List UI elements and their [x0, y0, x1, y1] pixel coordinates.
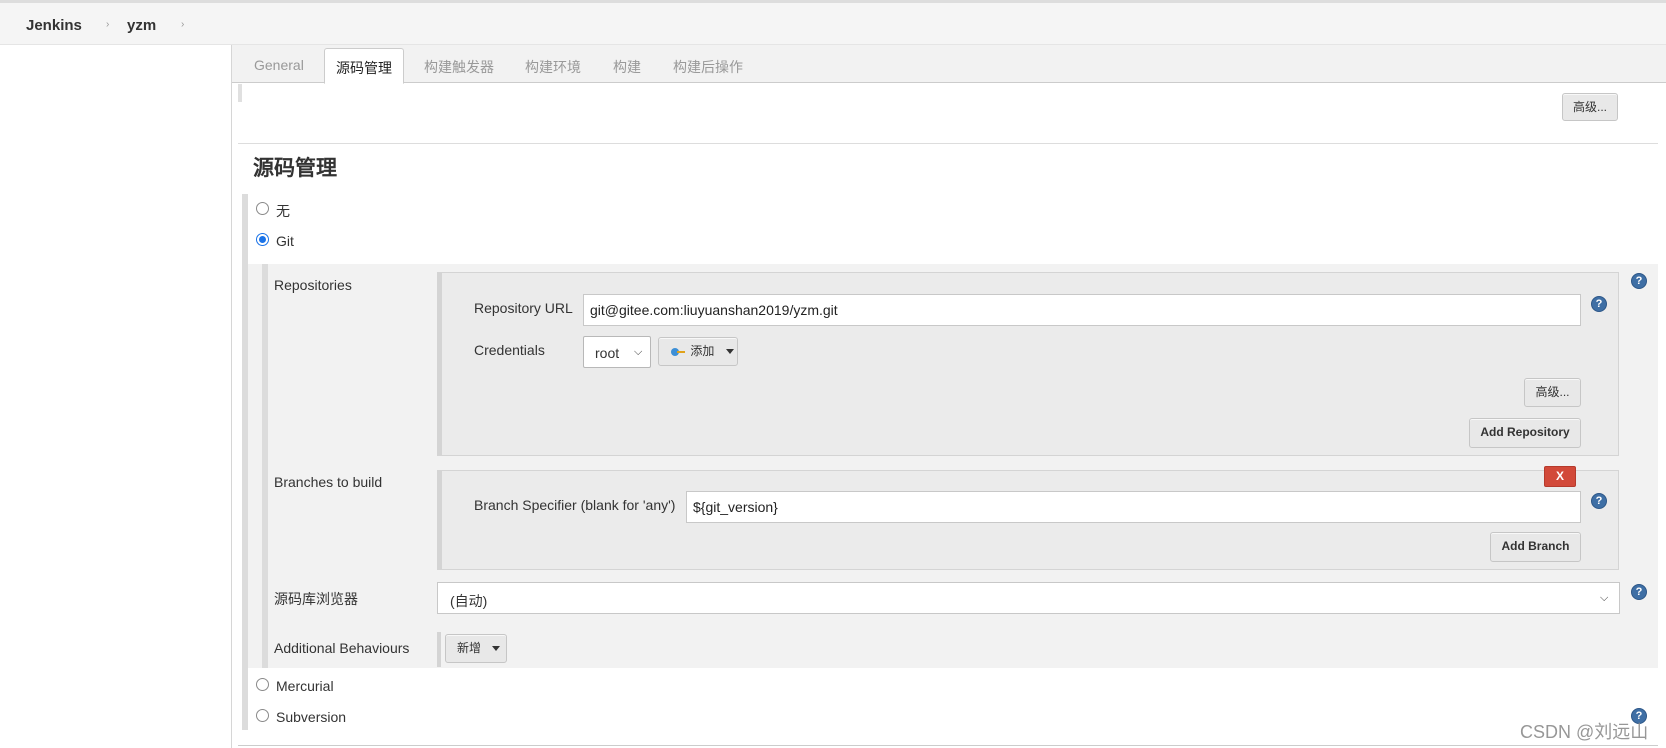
section-divider: [238, 143, 1658, 144]
breadcrumb-job-link[interactable]: yzm: [127, 17, 156, 34]
key-icon: [671, 347, 685, 356]
add-credentials-button[interactable]: 添加: [658, 337, 738, 366]
section-bottom-border: [238, 745, 1658, 746]
repository-advanced-button[interactable]: 高级...: [1524, 378, 1581, 407]
chevron-down-icon: ⌵: [1600, 592, 1609, 604]
previous-section-edge: [238, 84, 242, 102]
caret-down-icon: [725, 349, 734, 355]
repositories-help-icon[interactable]: ?: [1631, 273, 1647, 289]
git-config-rail: [262, 264, 268, 668]
breadcrumb-jenkins-link[interactable]: Jenkins: [26, 17, 82, 34]
branches-to-build-label: Branches to build: [274, 474, 383, 490]
behaviours-rail: [437, 632, 441, 667]
scm-mercurial-label: Mercurial: [276, 678, 334, 694]
repository-url-label: Repository URL: [474, 300, 573, 316]
scm-subversion-radio[interactable]: [256, 709, 269, 722]
tab-build[interactable]: 构建: [613, 57, 641, 77]
repository-url-help-icon[interactable]: ?: [1591, 296, 1607, 312]
breadcrumb-dropdown-separator[interactable]: ›: [181, 19, 184, 30]
repo-browser-select-value: (自动): [450, 593, 488, 609]
section-title: 源码管理: [253, 157, 337, 180]
add-behaviour-button[interactable]: 新增: [445, 634, 507, 663]
branch-specifier-input[interactable]: [686, 491, 1581, 523]
chevron-down-icon: ⌵: [634, 346, 643, 358]
repository-url-input[interactable]: [583, 294, 1581, 326]
tab-build-environment[interactable]: 构建环境: [525, 57, 581, 77]
tab-post-build-actions[interactable]: 构建后操作: [673, 57, 743, 77]
repo-browser-label: 源码库浏览器: [274, 591, 358, 607]
tab-build-triggers[interactable]: 构建触发器: [424, 57, 494, 77]
add-credentials-label: 添加: [690, 344, 715, 358]
breadcrumb-separator: ›: [106, 19, 110, 30]
csdn-watermark: CSDN @刘远山: [1520, 722, 1649, 742]
tab-general[interactable]: General: [254, 57, 304, 73]
add-branch-button[interactable]: Add Branch: [1490, 532, 1581, 562]
add-behaviour-label: 新增: [457, 641, 482, 655]
credentials-select-value: root: [595, 345, 620, 361]
branch-specifier-label: Branch Specifier (blank for 'any'): [474, 497, 676, 513]
delete-branch-button[interactable]: X: [1544, 466, 1576, 487]
repositories-label: Repositories: [274, 277, 352, 293]
scm-subversion-label: Subversion: [276, 709, 347, 725]
caret-down-icon: [492, 646, 501, 652]
credentials-select[interactable]: root ⌵: [583, 336, 651, 368]
scm-none-radio[interactable]: [256, 202, 269, 215]
add-repository-button[interactable]: Add Repository: [1469, 418, 1581, 448]
branch-specifier-help-icon[interactable]: ?: [1591, 493, 1607, 509]
side-panel: [0, 45, 232, 748]
scm-none-label: 无: [276, 203, 290, 219]
repo-browser-select[interactable]: (自动) ⌵: [437, 582, 1620, 614]
breadcrumb: Jenkins › yzm ›: [0, 0, 1666, 45]
config-tab-bar: General 源码管理 构建触发器 构建环境 构建 构建后操作: [232, 45, 1666, 84]
additional-behaviours-label: Additional Behaviours: [274, 640, 410, 656]
repo-browser-help-icon[interactable]: ?: [1631, 584, 1647, 600]
scm-git-label: Git: [276, 233, 294, 249]
tab-source-code-management[interactable]: 源码管理: [324, 48, 404, 84]
scm-git-radio[interactable]: [256, 233, 269, 246]
scm-mercurial-radio[interactable]: [256, 678, 269, 691]
credentials-label: Credentials: [474, 342, 545, 358]
general-advanced-button[interactable]: 高级...: [1562, 93, 1618, 121]
